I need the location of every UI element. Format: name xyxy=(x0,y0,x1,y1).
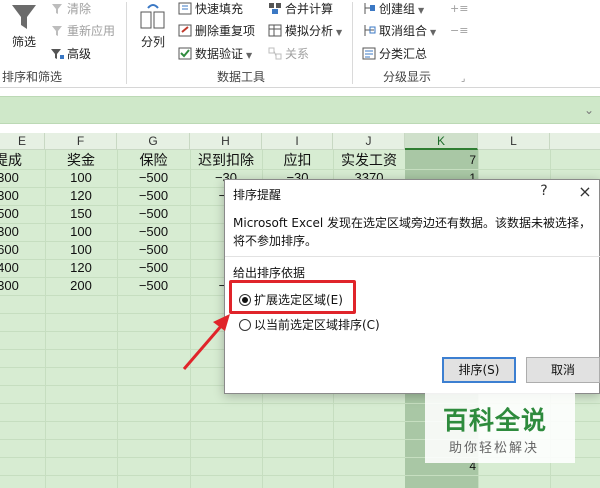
data-validation-button[interactable]: 数据验证 ▼ xyxy=(178,45,252,65)
watermark: 百科全说 助你轻松解决 xyxy=(425,391,575,463)
chevron-down-icon: ▼ xyxy=(430,28,437,37)
divider xyxy=(225,256,600,257)
table-cell[interactable]: 300 xyxy=(0,223,28,241)
column-header-j[interactable]: J xyxy=(333,133,405,150)
remove-duplicates-button[interactable]: 删除重复项 xyxy=(178,22,255,40)
flash-fill-button[interactable]: 快速填充 xyxy=(178,0,243,18)
table-cell[interactable]: 100 xyxy=(45,241,117,259)
chevron-down-icon[interactable]: ⌄ xyxy=(584,103,594,117)
current-selection-label[interactable]: 以当前选定区域排序(C) xyxy=(254,318,380,332)
close-button[interactable]: × xyxy=(575,182,595,201)
table-cell[interactable]: 100 xyxy=(45,169,117,187)
what-if-icon xyxy=(268,24,282,37)
ribbon-divider xyxy=(126,2,127,84)
table-cell[interactable]: 300 xyxy=(0,169,28,187)
table-cell[interactable]: 400 xyxy=(0,259,28,277)
radio-unselected-icon[interactable] xyxy=(239,319,251,331)
table-cell[interactable]: −500 xyxy=(117,241,190,259)
advanced-icon xyxy=(50,47,64,60)
formula-bar[interactable]: ⌄ xyxy=(0,96,600,124)
ribbon-divider xyxy=(352,2,353,84)
subtotal-button[interactable]: 分类汇总 xyxy=(362,45,427,63)
subtotal-icon xyxy=(362,47,376,60)
chevron-down-icon: ▼ xyxy=(246,51,253,60)
ungroup-button[interactable]: 取消组合 ▼ xyxy=(362,22,436,42)
table-header[interactable]: 迟到扣除 xyxy=(190,151,262,169)
watermark-subtitle: 助你轻松解决 xyxy=(449,441,540,456)
table-cell[interactable]: 300 xyxy=(0,187,28,205)
table-header[interactable]: 奖金 xyxy=(45,151,117,169)
column-header-l[interactable]: L xyxy=(478,133,550,150)
table-cell[interactable]: −500 xyxy=(117,259,190,277)
watermark-title: 百科全说 xyxy=(443,406,548,435)
group-button[interactable]: 创建组 ▼ xyxy=(362,0,424,20)
table-cell[interactable]: 300 xyxy=(0,277,28,295)
table-cell[interactable]: −500 xyxy=(117,187,190,205)
table-cell[interactable]: −500 xyxy=(117,223,190,241)
consolidate-button[interactable]: 合并计算 xyxy=(268,0,333,18)
chevron-down-icon: ▼ xyxy=(336,28,343,37)
table-cell[interactable]: 500 xyxy=(0,205,28,223)
what-if-analysis-button[interactable]: 模拟分析 ▼ xyxy=(268,22,342,42)
text-to-columns-button[interactable]: 分列 xyxy=(141,33,165,51)
table-header[interactable]: 应扣 xyxy=(262,151,333,169)
grid-line xyxy=(0,475,600,476)
dialog-launcher-icon[interactable]: ⌟ xyxy=(461,70,465,88)
table-header[interactable]: 提成 xyxy=(0,151,28,169)
group-icon xyxy=(362,2,376,15)
flash-fill-icon xyxy=(178,2,192,15)
table-cell[interactable]: −500 xyxy=(117,205,190,223)
table-cell[interactable]: 200 xyxy=(45,277,117,295)
table-cell[interactable]: 150 xyxy=(45,205,117,223)
filter-icon[interactable] xyxy=(8,2,40,36)
sort-button[interactable]: 排序(S) xyxy=(442,357,516,383)
sort-filter-group-label: 排序和筛选 xyxy=(2,70,63,84)
relationships-icon xyxy=(268,47,282,60)
ungroup-icon xyxy=(362,24,376,37)
table-cell[interactable]: 600 xyxy=(0,241,28,259)
clear-icon xyxy=(50,2,64,15)
table-header[interactable]: 保险 xyxy=(117,151,190,169)
column-header-h[interactable]: H xyxy=(190,133,262,150)
remove-duplicates-icon xyxy=(178,24,192,37)
ribbon: 筛选 清除 重新应用 高级 排序和筛选 分列 快速填充 删除重复项 数据验证 ▼ … xyxy=(0,0,600,88)
reapply-button[interactable]: 重新应用 xyxy=(50,22,115,40)
data-validation-icon xyxy=(178,47,192,60)
cancel-button[interactable]: 取消 xyxy=(526,357,600,383)
current-selection-radio[interactable]: 以当前选定区域排序(C) xyxy=(239,317,380,333)
dialog-message: Microsoft Excel 发现在选定区域旁边还有数据。该数据未被选择，将不… xyxy=(233,216,592,248)
highlight-box xyxy=(229,280,356,314)
column-header-i[interactable]: I xyxy=(262,133,333,150)
table-header[interactable]: 实发工资 xyxy=(333,151,405,169)
reapply-icon xyxy=(50,24,64,37)
column-header-k[interactable]: K xyxy=(405,133,478,150)
data-tools-group-label: 数据工具 xyxy=(217,70,266,84)
column-header-f[interactable]: F xyxy=(45,133,117,150)
dialog-title: 排序提醒 xyxy=(233,188,282,202)
column-header-m[interactable] xyxy=(550,133,600,150)
chevron-down-icon: ▼ xyxy=(418,6,425,15)
column-header-e[interactable]: E xyxy=(0,133,45,150)
column-header-g[interactable]: G xyxy=(117,133,190,150)
table-cell[interactable]: 120 xyxy=(45,259,117,277)
table-cell[interactable]: 120 xyxy=(45,187,117,205)
table-cell[interactable]: −500 xyxy=(117,277,190,295)
sort-basis-group-title: 给出排序依据 xyxy=(233,266,306,280)
show-detail-icon[interactable]: +≡ xyxy=(450,0,468,18)
relationships-button[interactable]: 关系 xyxy=(268,45,309,63)
help-button[interactable]: ? xyxy=(535,183,553,199)
k-cell[interactable]: 7 xyxy=(405,151,476,169)
clear-button[interactable]: 清除 xyxy=(50,0,91,18)
table-cell[interactable]: −500 xyxy=(117,169,190,187)
table-cell[interactable]: 100 xyxy=(45,223,117,241)
filter-button[interactable]: 筛选 xyxy=(12,33,36,51)
text-to-columns-icon[interactable] xyxy=(138,2,168,37)
consolidate-icon xyxy=(268,2,282,15)
hide-detail-icon[interactable]: −≡ xyxy=(450,22,468,40)
advanced-button[interactable]: 高级 xyxy=(50,45,91,63)
outline-group-label: 分级显示 xyxy=(383,70,432,84)
